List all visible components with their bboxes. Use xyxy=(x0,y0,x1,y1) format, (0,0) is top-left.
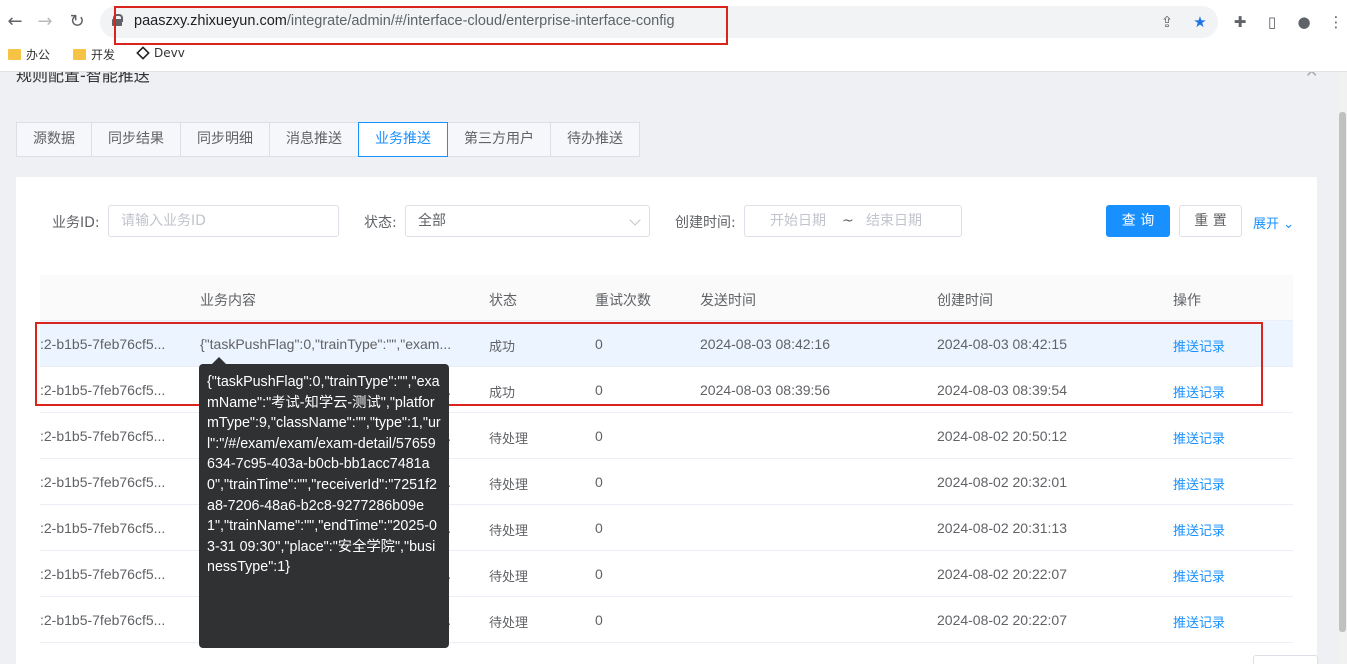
header-status: 状态 xyxy=(489,293,517,309)
cell-id: :2-b1b5-7feb76cf5... xyxy=(40,474,166,490)
cell-status: 待处理 xyxy=(489,570,529,585)
cell-id: :2-b1b5-7feb76cf5... xyxy=(40,520,166,536)
side-panel-icon[interactable]: ▯ xyxy=(1262,12,1282,32)
menu-dots-icon[interactable]: ⋮ xyxy=(1326,12,1346,32)
folder-icon xyxy=(73,49,86,60)
cell-id: :2-b1b5-7feb76cf5... xyxy=(40,612,166,628)
business-id-input[interactable]: 请输入业务ID xyxy=(108,205,339,237)
bookmark-2[interactable]: Devv xyxy=(136,46,185,60)
cell-status: 待处理 xyxy=(489,524,529,539)
tab-sync-detail[interactable]: 同步明细 xyxy=(180,122,270,157)
header-sent-time: 发送时间 xyxy=(700,293,756,309)
cell-content: {"taskPushFlag":0,"trainType":"","exam..… xyxy=(200,336,452,352)
tab-source-data[interactable]: 源数据 xyxy=(16,122,92,157)
reload-icon[interactable]: ↻ xyxy=(65,10,89,34)
header-created-time: 创建时间 xyxy=(937,293,993,309)
scrollbar[interactable] xyxy=(1338,72,1347,664)
cell-id: :2-b1b5-7feb76cf5... xyxy=(40,382,166,398)
cell-created-time: 2024-08-02 20:22:07 xyxy=(937,566,1067,582)
query-button[interactable]: 查 询 xyxy=(1106,205,1170,237)
cell-created-time: 2024-08-02 20:50:12 xyxy=(937,428,1067,444)
scroll-thumb[interactable] xyxy=(1339,112,1346,632)
bookmark-label: 办公 xyxy=(26,48,51,62)
content-tooltip: {"taskPushFlag":0,"trainType":"","examNa… xyxy=(199,364,449,648)
reset-button[interactable]: 重 置 xyxy=(1179,205,1242,237)
cell-retries: 0 xyxy=(595,566,603,582)
tooltip-arrow xyxy=(212,357,226,364)
push-record-link[interactable]: 推送记录 xyxy=(1173,382,1225,401)
cell-retries: 0 xyxy=(595,520,603,536)
tab-todo-push[interactable]: 待办推送 xyxy=(550,122,640,157)
cell-retries: 0 xyxy=(595,428,603,444)
cell-status: 成功 xyxy=(489,340,516,355)
cell-status: 成功 xyxy=(489,386,516,401)
tab-bar: 源数据 同步结果 同步明细 消息推送 业务推送 第三方用户 待办推送 xyxy=(16,122,640,157)
cell-created-time: 2024-08-03 08:39:54 xyxy=(937,382,1067,398)
close-icon[interactable]: ✕ xyxy=(1305,72,1318,81)
pagination-box[interactable] xyxy=(1253,655,1318,664)
tab-third-party-users[interactable]: 第三方用户 xyxy=(447,122,551,157)
cell-created-time: 2024-08-02 20:31:13 xyxy=(937,520,1067,536)
end-date-input[interactable]: 结束日期 xyxy=(866,206,922,236)
cell-created-time: 2024-08-02 20:32:01 xyxy=(937,474,1067,490)
bookmark-label: Devv xyxy=(154,46,185,60)
push-record-link[interactable]: 推送记录 xyxy=(1173,474,1225,493)
business-id-label: 业务ID: xyxy=(52,215,100,231)
star-icon[interactable]: ★ xyxy=(1190,12,1210,32)
chevron-down-icon: ⌄ xyxy=(1283,217,1295,232)
extensions-icon[interactable]: ✚ xyxy=(1230,12,1250,32)
cell-retries: 0 xyxy=(595,336,603,352)
folder-icon xyxy=(8,49,21,60)
cell-retries: 0 xyxy=(595,474,603,490)
cell-sent-time: 2024-08-03 08:39:56 xyxy=(700,382,830,398)
bookmark-label: 开发 xyxy=(91,48,116,62)
date-range-picker[interactable]: 开始日期 ~ 结束日期 xyxy=(744,205,962,237)
range-separator: ~ xyxy=(842,213,854,229)
table-header: 业务内容 状态 重试次数 发送时间 创建时间 操作 xyxy=(40,275,1293,321)
cube-icon xyxy=(136,46,150,60)
share-icon[interactable]: ⇪ xyxy=(1157,12,1177,32)
expand-toggle[interactable]: 展开 ⌄ xyxy=(1253,213,1294,232)
cell-status: 待处理 xyxy=(489,432,529,447)
status-select[interactable]: 全部 xyxy=(405,205,650,237)
bookmarks-bar: 办公 开发 Devv xyxy=(0,44,1347,66)
browser-chrome: ← → ↻ paaszxy.zhixueyun.com/integrate/ad… xyxy=(0,0,1347,72)
chevron-down-icon xyxy=(629,214,641,226)
cell-id: :2-b1b5-7feb76cf5... xyxy=(40,566,166,582)
cell-status: 待处理 xyxy=(489,478,529,493)
status-select-value: 全部 xyxy=(418,213,446,229)
push-record-link[interactable]: 推送记录 xyxy=(1173,520,1225,539)
expand-label: 展开 xyxy=(1253,217,1280,232)
header-content: 业务内容 xyxy=(200,293,256,309)
cell-sent-time: 2024-08-03 08:42:16 xyxy=(700,336,830,352)
tab-message-push[interactable]: 消息推送 xyxy=(269,122,359,157)
cell-retries: 0 xyxy=(595,612,603,628)
cell-status: 待处理 xyxy=(489,616,529,631)
start-date-input[interactable]: 开始日期 xyxy=(770,206,826,236)
forward-arrow-icon[interactable]: → xyxy=(33,10,57,34)
cell-id: :2-b1b5-7feb76cf5... xyxy=(40,336,166,352)
back-arrow-icon[interactable]: ← xyxy=(3,10,27,34)
cell-created-time: 2024-08-03 08:42:15 xyxy=(937,336,1067,352)
cell-created-time: 2024-08-02 20:22:07 xyxy=(937,612,1067,628)
created-time-label: 创建时间: xyxy=(675,215,736,231)
profile-icon[interactable]: ● xyxy=(1294,12,1314,32)
bookmark-1[interactable]: 开发 xyxy=(73,46,115,63)
tab-business-push[interactable]: 业务推送 xyxy=(358,122,448,157)
header-action: 操作 xyxy=(1173,293,1201,309)
bookmark-0[interactable]: 办公 xyxy=(8,46,50,63)
dialog-title: 规则配置-智能推送 xyxy=(16,72,150,85)
status-label: 状态: xyxy=(364,215,397,231)
push-record-link[interactable]: 推送记录 xyxy=(1173,612,1225,631)
push-record-link[interactable]: 推送记录 xyxy=(1173,336,1225,355)
cell-retries: 0 xyxy=(595,382,603,398)
cell-id: :2-b1b5-7feb76cf5... xyxy=(40,428,166,444)
header-retries: 重试次数 xyxy=(595,293,651,309)
tab-sync-result[interactable]: 同步结果 xyxy=(91,122,181,157)
url-highlight-box xyxy=(114,6,728,45)
table-row[interactable]: :2-b1b5-7feb76cf5... {"taskPushFlag":0,"t… xyxy=(40,321,1293,367)
push-record-link[interactable]: 推送记录 xyxy=(1173,428,1225,447)
push-record-link[interactable]: 推送记录 xyxy=(1173,566,1225,585)
